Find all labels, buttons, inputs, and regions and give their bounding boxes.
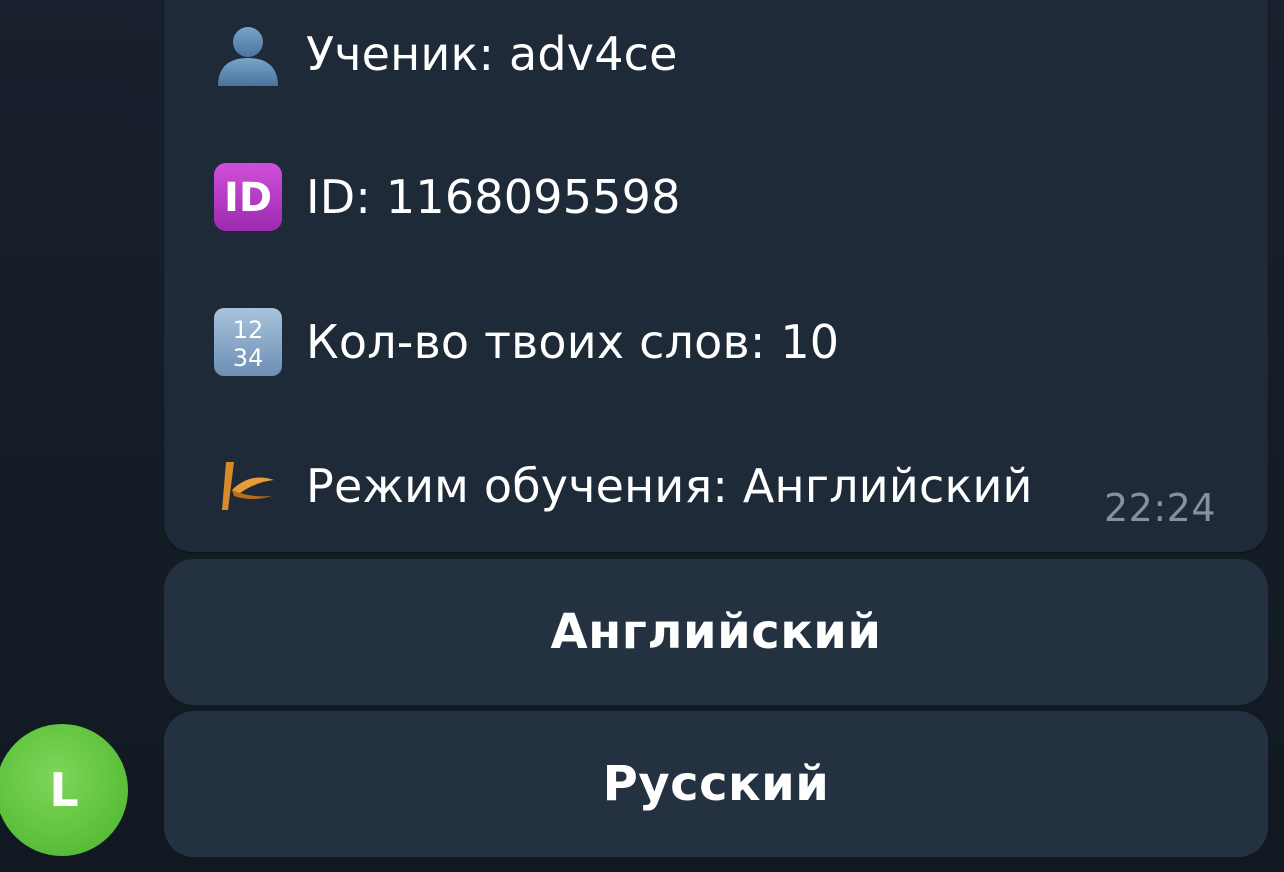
message-line-student: Ученик: adv4ce (212, 18, 678, 90)
numbers-badge-bottom: 34 (233, 344, 264, 372)
id-icon: ID (212, 161, 284, 233)
word-count-text: Кол-во твоих слов: 10 (306, 315, 840, 369)
russian-button-label: Русский (602, 756, 830, 812)
id-badge-text: ID (224, 175, 272, 221)
user-silhouette-icon (212, 18, 284, 90)
message-line-word-count: 12 34 Кол-во твоих слов: 10 (212, 306, 839, 378)
message-timestamp: 22:24 (1104, 486, 1217, 530)
user-id-text: ID: 1168095598 (306, 170, 681, 224)
english-button-label: Английский (550, 604, 882, 660)
russian-button[interactable]: Русский (164, 711, 1268, 857)
message-line-id: ID ID: 1168095598 (212, 161, 681, 233)
bot-avatar[interactable]: L (0, 724, 128, 856)
boomerang-icon (212, 450, 284, 522)
message-line-mode: Режим обучения: Английский (212, 450, 1033, 522)
numbers-badge-top: 12 (233, 316, 264, 344)
avatar-initial: L (49, 763, 79, 817)
student-name-text: Ученик: adv4ce (306, 27, 678, 81)
learning-mode-text: Режим обучения: Английский (306, 459, 1033, 513)
input-numbers-icon: 12 34 (212, 306, 284, 378)
english-button[interactable]: Английский (164, 559, 1268, 705)
